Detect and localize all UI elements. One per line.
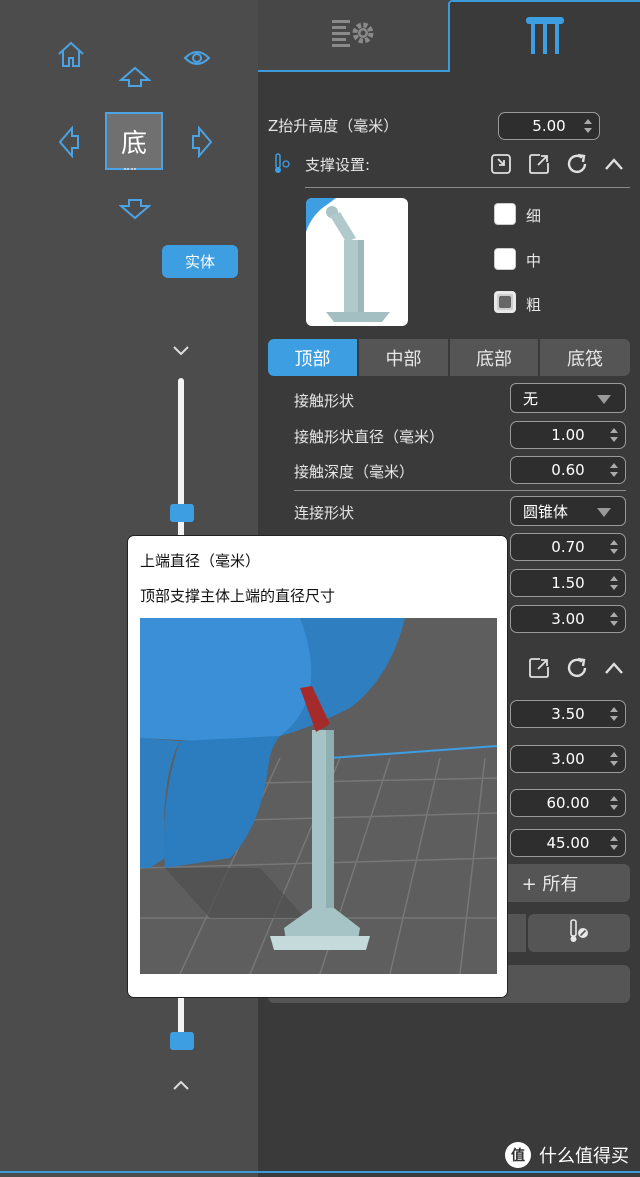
remove-support-button[interactable] [528, 914, 630, 952]
z-lift-input[interactable]: 5.00 [498, 112, 600, 140]
z-lift-label: Z抬升高度（毫米） [268, 117, 399, 135]
tooltip-title: 上端直径（毫米） [140, 552, 261, 570]
chevron-up-icon[interactable] [172, 1076, 190, 1095]
contact-depth-value: 0.60 [551, 461, 585, 479]
settings-list-gear-icon [330, 16, 376, 54]
tooltip-description: 顶部支撑主体上端的直径尺寸 [140, 587, 336, 605]
eye-icon[interactable] [183, 48, 211, 68]
view-cube-face: 底 [120, 128, 147, 159]
contact-depth-input[interactable]: 0.60 [510, 456, 626, 484]
value-input-4[interactable]: 3.50 [510, 700, 626, 728]
support-preview-image [306, 198, 408, 326]
spin-arrows-icon[interactable] [583, 117, 593, 135]
support-remove-icon [567, 918, 591, 949]
size-thick-label: 粗 [526, 296, 542, 314]
tab-support-settings[interactable] [448, 0, 640, 72]
import-icon[interactable] [490, 153, 512, 179]
support-settings-divider [305, 187, 630, 188]
contact-shape-value: 无 [523, 389, 539, 408]
view-up-arrow-icon[interactable] [119, 66, 151, 88]
bottom-accent-line [0, 1171, 640, 1173]
layer-slider-top-handle[interactable] [170, 504, 194, 522]
collapse-chevron-up-icon-2[interactable] [604, 660, 624, 679]
view-left-arrow-icon[interactable] [58, 126, 80, 158]
connect-shape-select[interactable]: 圆锥体 [510, 496, 626, 526]
reset-icon-2[interactable] [565, 656, 589, 684]
value-7: 45.00 [546, 834, 590, 852]
tab-raft[interactable]: 底筏 [540, 339, 630, 376]
connect-shape-value: 圆锥体 [523, 502, 569, 521]
value-input-1[interactable]: 0.70 [510, 533, 626, 561]
watermark-logo: 值 [505, 1142, 531, 1168]
chevron-down-icon[interactable] [172, 342, 190, 361]
contact-shape-label: 接触形状 [294, 392, 355, 410]
contact-diameter-label: 接触形状直径（毫米） [294, 428, 445, 446]
value-input-3[interactable]: 3.00 [510, 605, 626, 633]
spin-arrows-icon[interactable] [609, 834, 619, 852]
dropdown-arrow-icon [597, 508, 611, 517]
contact-shape-select[interactable]: 无 [510, 383, 626, 413]
support-thermometer-icon [272, 152, 292, 178]
connect-shape-label: 连接形状 [294, 504, 355, 522]
spin-arrows-icon[interactable] [609, 705, 619, 723]
value-input-2[interactable]: 1.50 [510, 569, 626, 597]
watermark-text: 什么值得买 [539, 1146, 629, 1167]
collapse-chevron-up-icon[interactable] [604, 156, 624, 175]
value-4: 3.50 [551, 705, 585, 723]
solid-view-button[interactable]: 实体 [162, 245, 238, 278]
value-1: 0.70 [551, 538, 585, 556]
fields-divider [294, 490, 626, 491]
size-thick-checkbox[interactable] [494, 291, 516, 313]
export-icon-2[interactable] [528, 657, 550, 683]
home-icon[interactable] [56, 40, 86, 68]
view-right-arrow-icon[interactable] [191, 126, 213, 158]
value-input-7[interactable]: 45.00 [510, 829, 626, 857]
support-settings-label: 支撑设置: [305, 156, 371, 174]
contact-depth-label: 接触深度（毫米） [294, 463, 415, 481]
value-6: 60.00 [546, 794, 590, 812]
spin-arrows-icon[interactable] [609, 574, 619, 592]
reset-icon[interactable] [565, 152, 589, 180]
view-down-arrow-icon[interactable] [119, 198, 151, 220]
dropdown-arrow-icon [597, 395, 611, 404]
value-3: 3.00 [551, 610, 585, 628]
size-medium-label: 中 [526, 252, 542, 270]
cube-indicator [124, 168, 136, 173]
tab-bottom[interactable]: 底部 [450, 339, 538, 376]
support-table-icon [523, 13, 567, 61]
parameter-tooltip: 上端直径（毫米） 顶部支撑主体上端的直径尺寸 [127, 535, 508, 998]
tab-print-settings[interactable] [258, 0, 448, 72]
spin-arrows-icon[interactable] [609, 610, 619, 628]
contact-diameter-value: 1.00 [551, 426, 585, 444]
spin-arrows-icon[interactable] [609, 750, 619, 768]
watermark: 值 什么值得买 [505, 1142, 629, 1168]
value-input-6[interactable]: 60.00 [510, 789, 626, 817]
tooltip-illustration [140, 618, 497, 974]
tab-middle[interactable]: 中部 [359, 339, 448, 376]
value-2: 1.50 [551, 574, 585, 592]
value-5: 3.00 [551, 750, 585, 768]
size-medium-checkbox[interactable] [494, 248, 516, 270]
contact-diameter-input[interactable]: 1.00 [510, 421, 626, 449]
spin-arrows-icon[interactable] [609, 538, 619, 556]
export-icon[interactable] [528, 153, 550, 179]
z-lift-value: 5.00 [532, 117, 566, 135]
size-thin-label: 细 [526, 207, 542, 225]
layer-slider-bottom-handle[interactable] [170, 1032, 194, 1050]
spin-arrows-icon[interactable] [609, 794, 619, 812]
size-thin-checkbox[interactable] [494, 203, 516, 225]
spin-arrows-icon[interactable] [609, 461, 619, 479]
value-input-5[interactable]: 3.00 [510, 745, 626, 773]
spin-arrows-icon[interactable] [609, 426, 619, 444]
tab-top[interactable]: 顶部 [268, 339, 357, 376]
view-cube[interactable]: 底 [105, 112, 163, 170]
